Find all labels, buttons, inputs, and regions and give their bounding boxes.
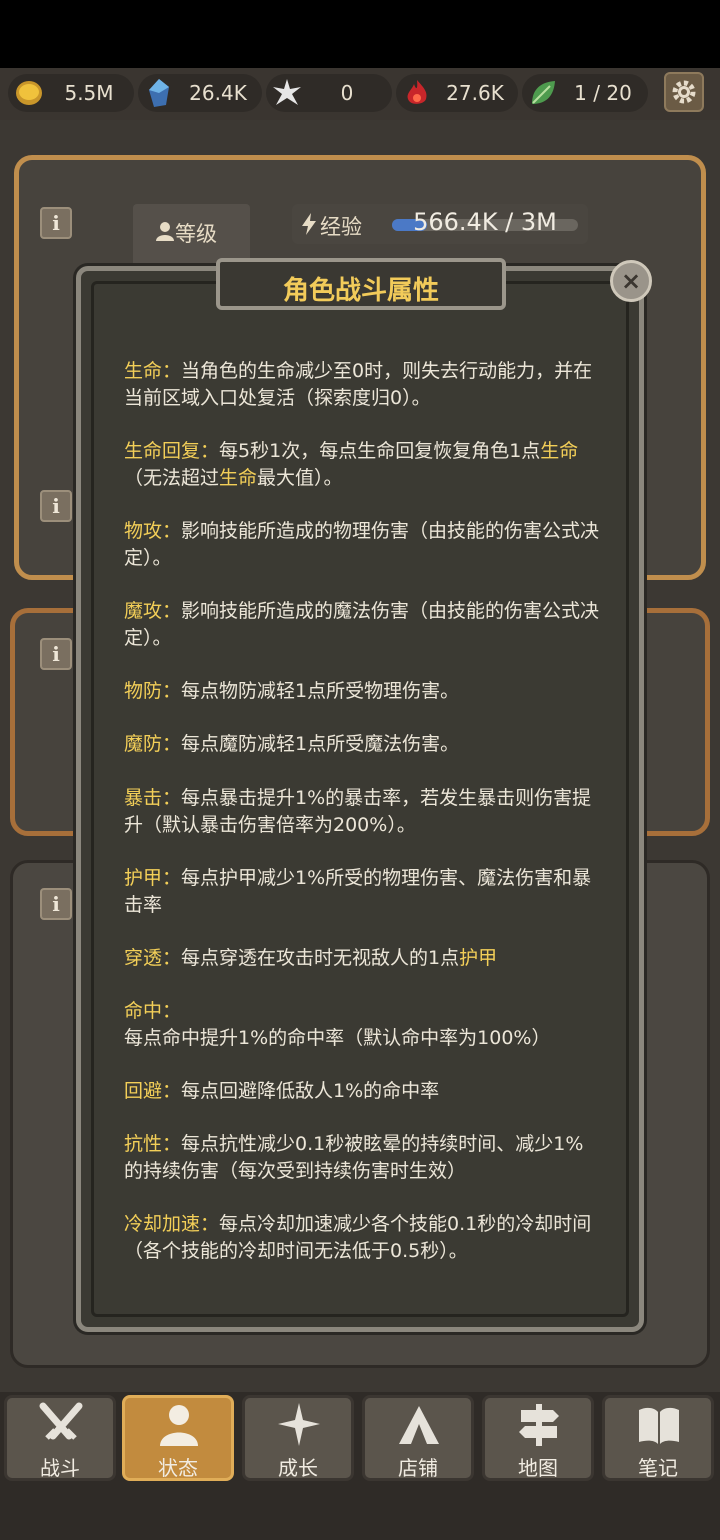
attribute-description: 影响技能所造成的魔法伤害（由技能的伤害公式决定）。 bbox=[124, 600, 600, 649]
attribute-entry: 生命回复：每5秒1次，每点生命回复恢复角色1点生命（无法超过生命最大值）。 bbox=[124, 438, 600, 492]
attribute-highlight: 生命 bbox=[219, 467, 258, 489]
attribute-description: 每点穿透在攻击时无视敌人的1点 bbox=[181, 947, 460, 969]
attribute-key: 暴击： bbox=[124, 787, 182, 809]
sparkle-icon bbox=[278, 1403, 320, 1446]
attribute-description: 每点护甲减少1%所受的物理伤害、魔法伤害和暴击率 bbox=[124, 867, 592, 916]
tab-label: 战斗 bbox=[40, 1456, 80, 1480]
attribute-description: 最大值）。 bbox=[257, 467, 343, 489]
tab-growth[interactable]: 成长 bbox=[242, 1395, 354, 1481]
info-button[interactable]: i bbox=[40, 490, 72, 522]
attribute-entry: 命中： 每点命中提升1%的命中率（默认命中率为100%） bbox=[124, 998, 600, 1052]
attribute-entry: 回避：每点回避降低敌人1%的命中率 bbox=[124, 1078, 600, 1105]
level-label: 等级 bbox=[175, 222, 217, 246]
red-flame-icon bbox=[407, 80, 427, 104]
tab-label: 成长 bbox=[278, 1456, 318, 1480]
star-burst-icon bbox=[273, 79, 301, 105]
attribute-entry: 物防：每点物防减轻1点所受物理伤害。 bbox=[124, 678, 600, 705]
tab-notes[interactable]: 笔记 bbox=[602, 1395, 714, 1481]
attribute-entry: 冷却加速：每点冷却加速减少各个技能0.1秒的冷却时间（各个技能的冷却时间无法低于… bbox=[124, 1211, 600, 1265]
tent-icon bbox=[399, 1406, 439, 1444]
exp-label: 经验 bbox=[320, 215, 362, 239]
attribute-description: 每点命中提升1%的命中率（默认命中率为100%） bbox=[124, 1027, 551, 1049]
attribute-key: 命中： bbox=[124, 1000, 182, 1022]
blue-crystal-icon bbox=[149, 79, 169, 107]
exp-box: 经验 566.4K / 3M bbox=[292, 204, 588, 244]
resource-crystal: 26.4K bbox=[138, 74, 262, 112]
resource-star: 0 bbox=[266, 74, 392, 112]
resource-value: 5.5M bbox=[64, 81, 114, 105]
info-button[interactable]: i bbox=[40, 638, 72, 670]
tab-map[interactable]: 地图 bbox=[482, 1395, 594, 1481]
attribute-key: 物防： bbox=[124, 680, 182, 702]
gold-coin-icon bbox=[16, 81, 42, 105]
info-button[interactable]: i bbox=[40, 888, 72, 920]
attribute-entry: 暴击：每点暴击提升1%的暴击率，若发生暴击则伤害提升（默认暴击伤害倍率为200%… bbox=[124, 785, 600, 839]
tab-status[interactable]: 状态 bbox=[122, 1395, 234, 1481]
tab-label: 地图 bbox=[518, 1456, 558, 1480]
info-button[interactable]: i bbox=[40, 207, 72, 239]
dialog-title: 角色战斗属性 bbox=[282, 276, 439, 306]
attribute-key: 魔防： bbox=[124, 733, 182, 755]
attribute-key: 生命回复： bbox=[124, 440, 220, 462]
tab-label: 笔记 bbox=[638, 1456, 678, 1480]
resource-value: 26.4K bbox=[189, 81, 247, 105]
tab-label: 状态 bbox=[158, 1456, 198, 1480]
resource-flame: 27.6K bbox=[396, 74, 518, 112]
attribute-key: 护甲： bbox=[124, 867, 182, 889]
attribute-highlight: 护甲 bbox=[459, 947, 498, 969]
attribute-key: 生命： bbox=[124, 360, 182, 382]
resource-leaf: 1 / 20 bbox=[522, 74, 648, 112]
tab-shop[interactable]: 店铺 bbox=[362, 1395, 474, 1481]
attribute-description: 每点魔防减轻1点所受魔法伤害。 bbox=[181, 733, 460, 755]
close-button[interactable]: × bbox=[610, 260, 652, 302]
resource-value: 1 / 20 bbox=[574, 81, 632, 105]
attribute-description: 每5秒1次，每点生命回复恢复角色1点 bbox=[219, 440, 541, 462]
attribute-description: 每点物防减轻1点所受物理伤害。 bbox=[181, 680, 460, 702]
gear-icon bbox=[672, 80, 696, 104]
attribute-description: 每点暴击提升1%的暴击率，若发生暴击则伤害提升（默认暴击伤害倍率为200%）。 bbox=[124, 787, 592, 836]
attribute-key: 冷却加速： bbox=[124, 1213, 220, 1235]
person-icon bbox=[160, 1405, 198, 1446]
book-icon bbox=[639, 1407, 679, 1444]
attribute-entry: 生命：当角色的生命减少至0时，则失去行动能力，并在当前区域入口处复活（探索度归0… bbox=[124, 358, 600, 412]
person-icon bbox=[156, 222, 174, 241]
signpost-icon bbox=[519, 1404, 559, 1446]
attribute-entry: 魔攻：影响技能所造成的魔法伤害（由技能的伤害公式决定）。 bbox=[124, 598, 600, 652]
green-leaf-icon bbox=[532, 81, 555, 104]
tab-battle[interactable]: 战斗 bbox=[4, 1395, 116, 1481]
attribute-description: 每点抗性减少0.1秒被眩晕的持续时间、减少1%的持续伤害（每次受到持续伤害时生效… bbox=[124, 1133, 584, 1182]
attribute-entry: 抗性：每点抗性减少0.1秒被眩晕的持续时间、减少1%的持续伤害（每次受到持续伤害… bbox=[124, 1131, 600, 1185]
exp-value: 566.4K / 3M bbox=[413, 208, 557, 236]
attribute-description: 当角色的生命减少至0时，则失去行动能力，并在当前区域入口处复活（探索度归0）。 bbox=[124, 360, 593, 409]
attribute-key: 抗性： bbox=[124, 1133, 182, 1155]
lightning-icon bbox=[302, 213, 316, 235]
attribute-entry: 护甲：每点护甲减少1%所受的物理伤害、魔法伤害和暴击率 bbox=[124, 865, 600, 919]
attribute-key: 魔攻： bbox=[124, 600, 182, 622]
resource-gold: 5.5M bbox=[8, 74, 134, 112]
system-status-bar bbox=[0, 0, 720, 68]
tab-label: 店铺 bbox=[398, 1456, 438, 1480]
resource-value: 0 bbox=[340, 81, 354, 105]
dialog-title-plate: 角色战斗属性 bbox=[216, 258, 506, 310]
attribute-entry: 穿透：每点穿透在攻击时无视敌人的1点护甲 bbox=[124, 945, 600, 972]
attribute-key: 物攻： bbox=[124, 520, 182, 542]
attribute-entry: 魔防：每点魔防减轻1点所受魔法伤害。 bbox=[124, 731, 600, 758]
attribute-description: 影响技能所造成的物理伤害（由技能的伤害公式决定）。 bbox=[124, 520, 600, 569]
settings-button[interactable] bbox=[664, 72, 704, 112]
attribute-description: 每点回避降低敌人1%的命中率 bbox=[181, 1080, 440, 1102]
resource-value: 27.6K bbox=[446, 81, 504, 105]
attribute-entry: 物攻：影响技能所造成的物理伤害（由技能的伤害公式决定）。 bbox=[124, 518, 600, 572]
attribute-key: 回避： bbox=[124, 1080, 182, 1102]
crossed-swords-icon bbox=[39, 1402, 83, 1440]
attribute-key: 穿透： bbox=[124, 947, 182, 969]
attribute-highlight: 生命 bbox=[540, 440, 579, 462]
attribute-description: （无法超过 bbox=[124, 467, 220, 489]
